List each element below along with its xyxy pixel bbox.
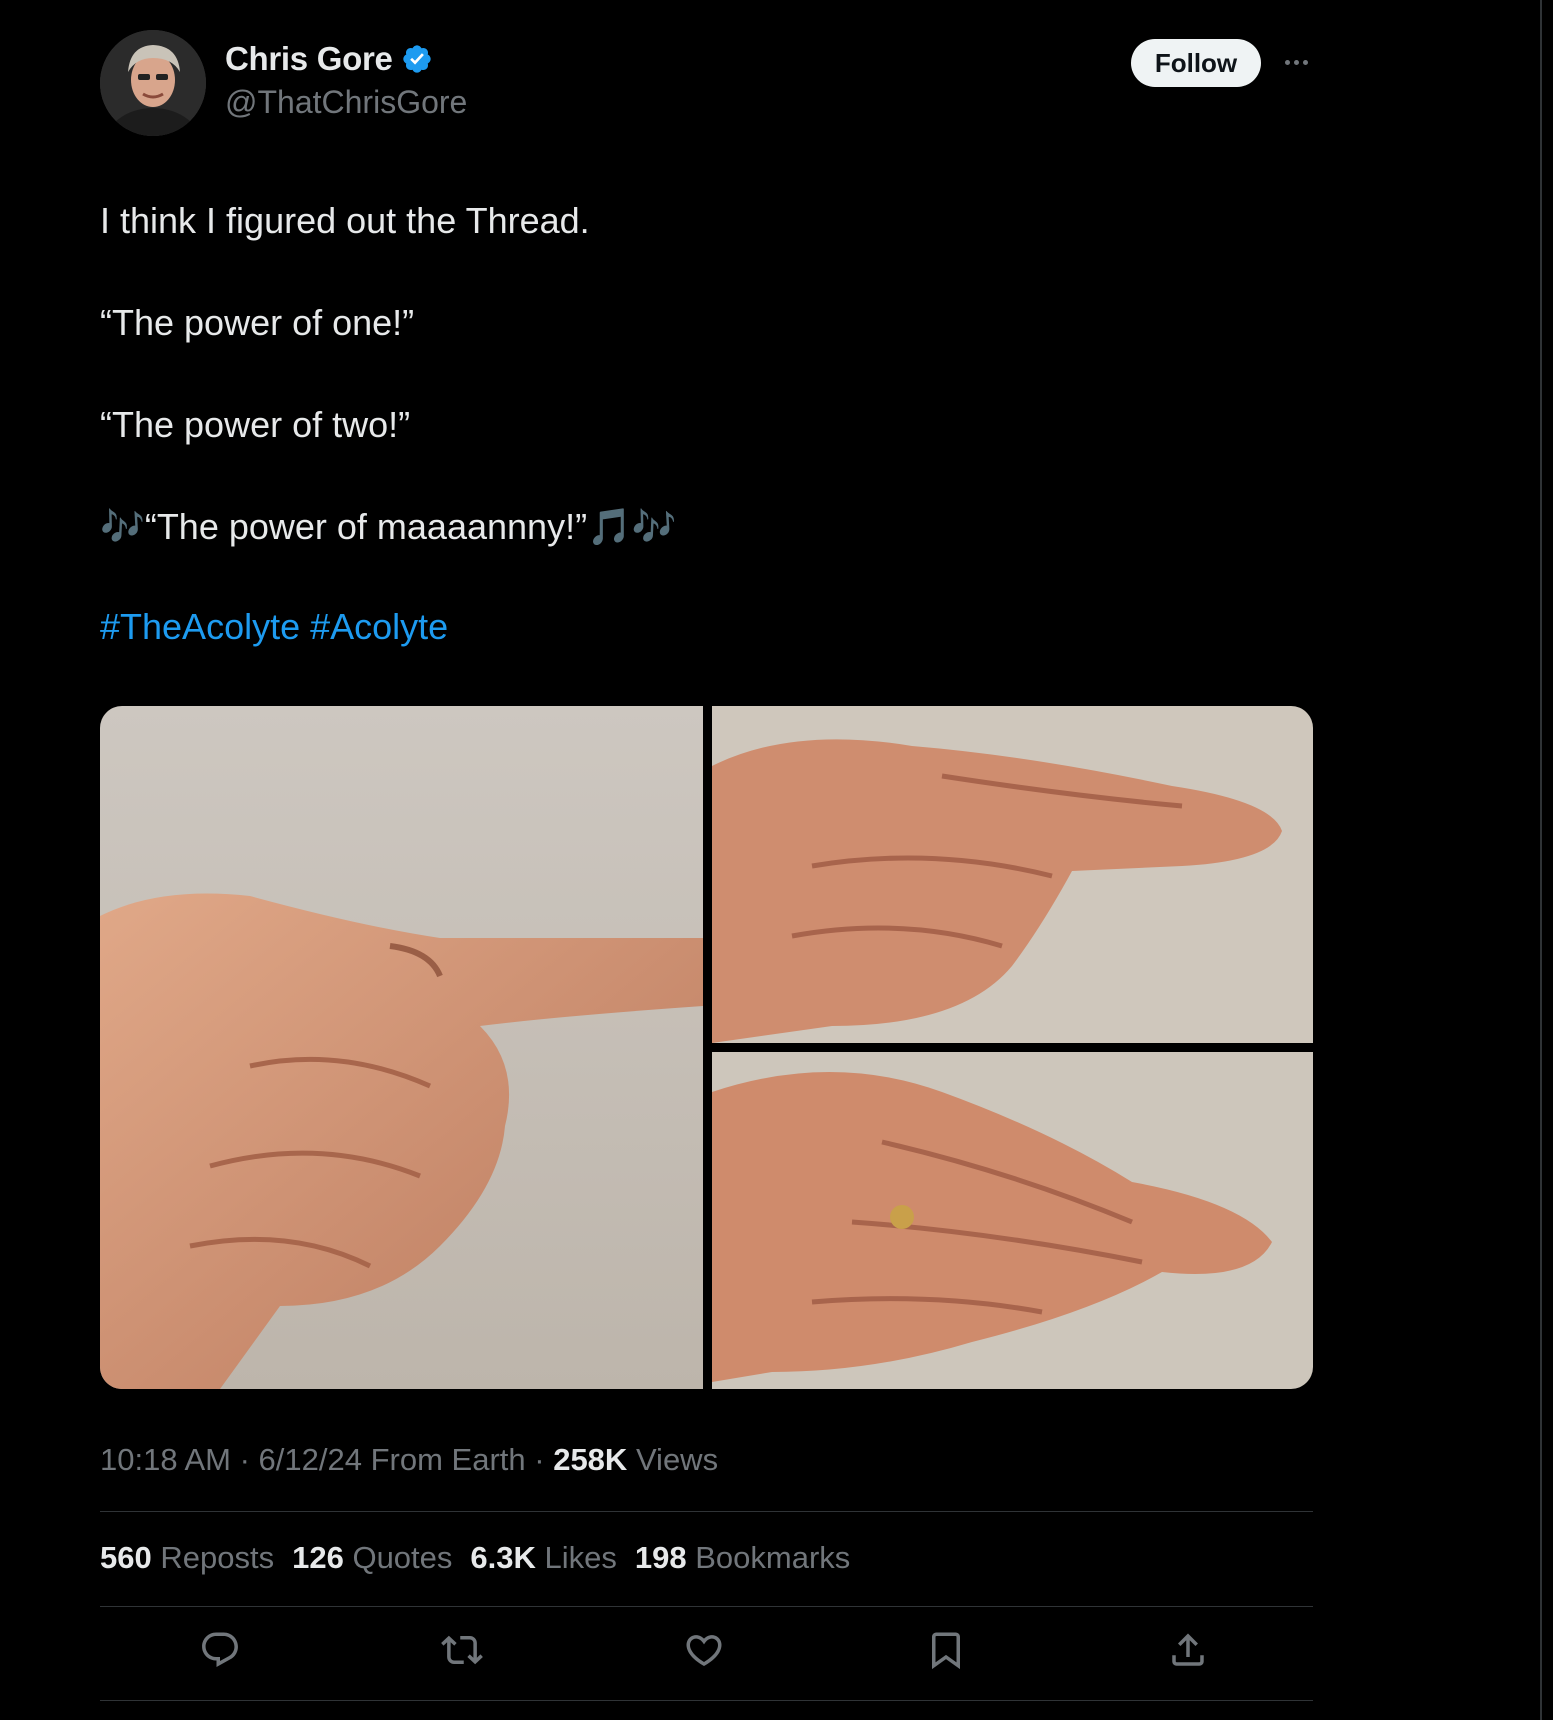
tweet-time[interactable]: 10:18 AM (100, 1442, 231, 1477)
meta-separator: · (534, 1442, 554, 1477)
bookmarks-label: Bookmarks (695, 1540, 851, 1575)
bookmark-icon[interactable] (922, 1626, 970, 1674)
meta-separator: · (239, 1442, 259, 1477)
quotes-count: 126 (292, 1540, 344, 1575)
reposts-stat[interactable]: 560 Reposts (100, 1540, 274, 1576)
tweet-text-line: “The power of one!” (100, 302, 415, 343)
media-grid (100, 706, 1313, 1389)
hashtag-link[interactable]: #TheAcolyte (100, 606, 300, 648)
author-name-row[interactable]: Chris Gore (225, 40, 433, 78)
tweet-location: From Earth (370, 1442, 526, 1477)
likes-count: 6.3K (470, 1540, 536, 1575)
reply-icon[interactable] (196, 1626, 244, 1674)
photo-two-fingers[interactable] (712, 706, 1313, 1043)
tweet-date[interactable]: 6/12/24 (259, 1442, 362, 1477)
reposts-label: Reposts (160, 1540, 275, 1575)
views-count: 258K (553, 1442, 628, 1477)
bookmarks-count: 198 (634, 1540, 687, 1575)
tweet-detail: Chris Gore @ThatChrisGore Follow I think… (0, 0, 1540, 1720)
quotes-stat[interactable]: 126 Quotes (292, 1540, 452, 1576)
author-name[interactable]: Chris Gore (225, 40, 393, 78)
verified-badge-icon[interactable] (401, 43, 433, 75)
views-label: Views (635, 1442, 719, 1477)
divider (100, 1700, 1313, 1701)
tweet-text-line: 🎶“The power of maaaannny!”🎵🎶 (100, 506, 677, 547)
tweet-text-line: I think I figured out the Thread. (100, 200, 590, 241)
divider (100, 1511, 1313, 1512)
repost-icon[interactable] (438, 1626, 486, 1674)
action-bar (100, 1606, 1313, 1696)
follow-button[interactable]: Follow (1131, 39, 1261, 87)
avatar[interactable] (100, 30, 206, 136)
quotes-label: Quotes (352, 1540, 453, 1575)
more-options-icon[interactable] (1280, 46, 1312, 78)
hashtag-row: #TheAcolyte #Acolyte (100, 606, 448, 648)
likes-label: Likes (544, 1540, 617, 1575)
like-icon[interactable] (680, 1626, 728, 1674)
hashtag-link[interactable]: #Acolyte (310, 606, 448, 648)
author-handle[interactable]: @ThatChrisGore (225, 84, 467, 121)
photo-many-fingers[interactable] (712, 1052, 1313, 1389)
photo-one-finger[interactable] (100, 706, 703, 1389)
tweet-text-line: “The power of two!” (100, 404, 411, 445)
likes-stat[interactable]: 6.3K Likes (470, 1540, 616, 1576)
reposts-count: 560 (100, 1540, 152, 1575)
bookmarks-stat[interactable]: 198 Bookmarks (635, 1540, 850, 1576)
column-border (1540, 0, 1542, 1720)
engagement-stats: 560 Reposts 126 Quotes 6.3K Likes 198 Bo… (100, 1540, 850, 1576)
share-icon[interactable] (1164, 1626, 1212, 1674)
tweet-meta: 10:18 AM · 6/12/24 From Earth · 258K Vie… (100, 1442, 718, 1478)
